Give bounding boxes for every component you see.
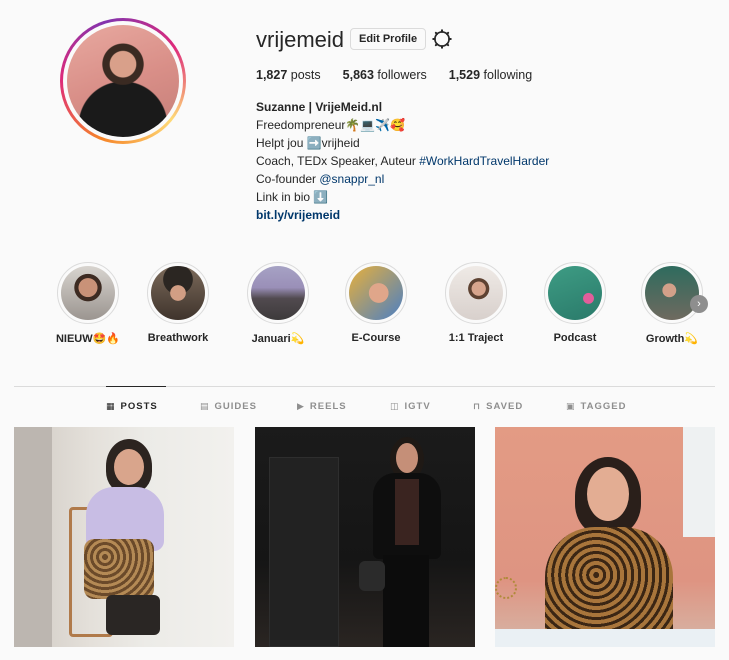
- tab-label: SAVED: [486, 400, 524, 412]
- profile-username: vrijemeid: [256, 27, 345, 52]
- post-person-shirt: [395, 479, 419, 545]
- highlight-ring: [641, 262, 703, 324]
- igtv-icon: ◫: [390, 400, 400, 411]
- settings-gear-icon[interactable]: [432, 29, 452, 49]
- post-thumbnail[interactable]: [495, 427, 715, 647]
- highlight-cover: [251, 266, 305, 320]
- tab-reels[interactable]: ▶ REELS: [297, 386, 347, 426]
- profile-avatar[interactable]: [60, 18, 186, 144]
- followers-count: 5,863: [342, 68, 374, 82]
- post-sun-decor: [495, 577, 517, 599]
- guides-icon: ▤: [200, 400, 210, 411]
- highlight-cover: [349, 266, 403, 320]
- post-person-legs: [383, 555, 429, 647]
- bio-hashtag-link[interactable]: #WorkHardTravelHarder: [419, 154, 549, 168]
- bio-mention-link[interactable]: @snappr_nl: [319, 172, 384, 186]
- highlight-label: E-Course: [351, 332, 401, 344]
- highlight-ring: [445, 262, 507, 324]
- highlight-ring: [57, 262, 119, 324]
- highlight-label: Januari💫: [251, 333, 305, 345]
- highlight-label: Breathwork: [147, 332, 209, 344]
- highlight-item[interactable]: E-Course: [336, 262, 416, 344]
- post-window-light: [14, 427, 52, 647]
- tag-icon: ▣: [566, 400, 576, 411]
- tab-label: TAGGED: [580, 400, 627, 412]
- bio-line-4-text: Co-founder: [256, 172, 320, 186]
- following-label: following: [483, 68, 533, 82]
- tab-label: REELS: [309, 400, 347, 412]
- followers-label: followers: [377, 68, 427, 82]
- bio-line-1: Freedompreneur🌴💻✈️🥰: [256, 118, 406, 132]
- highlight-item[interactable]: Januari💫: [238, 262, 318, 345]
- highlight-ring: [247, 262, 309, 324]
- bookmark-icon: ⊓: [473, 400, 482, 411]
- highlight-cover: [151, 266, 205, 320]
- post-door: [269, 457, 339, 647]
- bio-full-name: Suzanne | VrijeMeid.nl: [256, 100, 383, 114]
- following-stat[interactable]: 1,529 following: [449, 68, 532, 82]
- post-thumbnail[interactable]: [14, 427, 234, 647]
- profile-bio: Suzanne | VrijeMeid.nl Freedompreneur🌴💻✈…: [256, 98, 549, 224]
- grid-icon: ▦: [106, 401, 116, 411]
- highlight-cover: [449, 266, 503, 320]
- highlight-label: NIEUW🤩🔥: [55, 333, 121, 345]
- bio-line-4: Co-founder @snappr_nl: [256, 170, 549, 188]
- bio-line-3: Coach, TEDx Speaker, Auteur #WorkHardTra…: [256, 152, 549, 170]
- following-count: 1,529: [448, 68, 481, 82]
- post-person-legs: [106, 595, 160, 635]
- tab-igtv[interactable]: ◫ IGTV: [390, 386, 431, 426]
- post-bag: [359, 561, 385, 591]
- tab-label: POSTS: [120, 401, 158, 412]
- highlight-label: Growth💫: [645, 333, 699, 345]
- posts-label: posts: [290, 68, 321, 82]
- post-thumbnail[interactable]: [255, 427, 475, 647]
- reels-icon: ▶: [297, 400, 305, 411]
- highlight-ring: [147, 262, 209, 324]
- tab-tagged[interactable]: ▣ TAGGED: [566, 386, 626, 426]
- post-person-skirt: [84, 539, 154, 599]
- post-person-face: [396, 443, 418, 473]
- highlight-item[interactable]: NIEUW🤩🔥: [48, 262, 128, 345]
- post-person-face: [114, 449, 144, 485]
- followers-stat[interactable]: 5,863 followers: [343, 68, 427, 82]
- highlight-ring: [544, 262, 606, 324]
- highlight-item[interactable]: 1:1 Traject: [436, 262, 516, 344]
- highlight-cover: [548, 266, 602, 320]
- highlight-cover: [61, 266, 115, 320]
- highlights-next-chevron-icon[interactable]: ›: [690, 295, 708, 313]
- tab-label: GUIDES: [214, 400, 257, 412]
- post-table: [495, 629, 715, 647]
- highlight-label: Podcast: [553, 332, 597, 344]
- profile-stats: 1,827 posts 5,863 followers 1,529 follow…: [256, 68, 554, 82]
- tab-label: IGTV: [404, 400, 431, 412]
- posts-count: 1,827: [256, 68, 288, 82]
- highlight-item[interactable]: Podcast: [535, 262, 615, 344]
- post-person-face: [587, 467, 629, 521]
- highlight-ring: [345, 262, 407, 324]
- posts-stat: 1,827 posts: [256, 68, 321, 82]
- bio-line-3-text: Coach, TEDx Speaker, Auteur: [256, 154, 420, 168]
- highlight-cover: [645, 266, 699, 320]
- tab-guides[interactable]: ▤ GUIDES: [200, 386, 257, 426]
- story-highlights: NIEUW🤩🔥 Breathwork Januari💫 E-Course 1:1…: [48, 262, 714, 352]
- bio-line-5: Link in bio ⬇️: [256, 190, 329, 204]
- avatar-photo: [67, 25, 179, 137]
- highlight-item[interactable]: Breathwork: [138, 262, 218, 344]
- avatar-gap: [63, 21, 183, 141]
- post-frame: [683, 427, 715, 537]
- tab-posts[interactable]: ▦ POSTS: [106, 386, 166, 426]
- bio-external-link[interactable]: bit.ly/vrijemeid: [256, 206, 549, 224]
- highlight-label: 1:1 Traject: [448, 332, 504, 344]
- edit-profile-button[interactable]: Edit Profile: [350, 28, 427, 50]
- tab-saved[interactable]: ⊓ SAVED: [473, 386, 523, 426]
- profile-tabs: ▦ POSTS ▤ GUIDES ▶ REELS ◫ IGTV ⊓ SAVED …: [14, 386, 715, 426]
- bio-line-2: Helpt jou ➡️vrijheid: [256, 136, 360, 150]
